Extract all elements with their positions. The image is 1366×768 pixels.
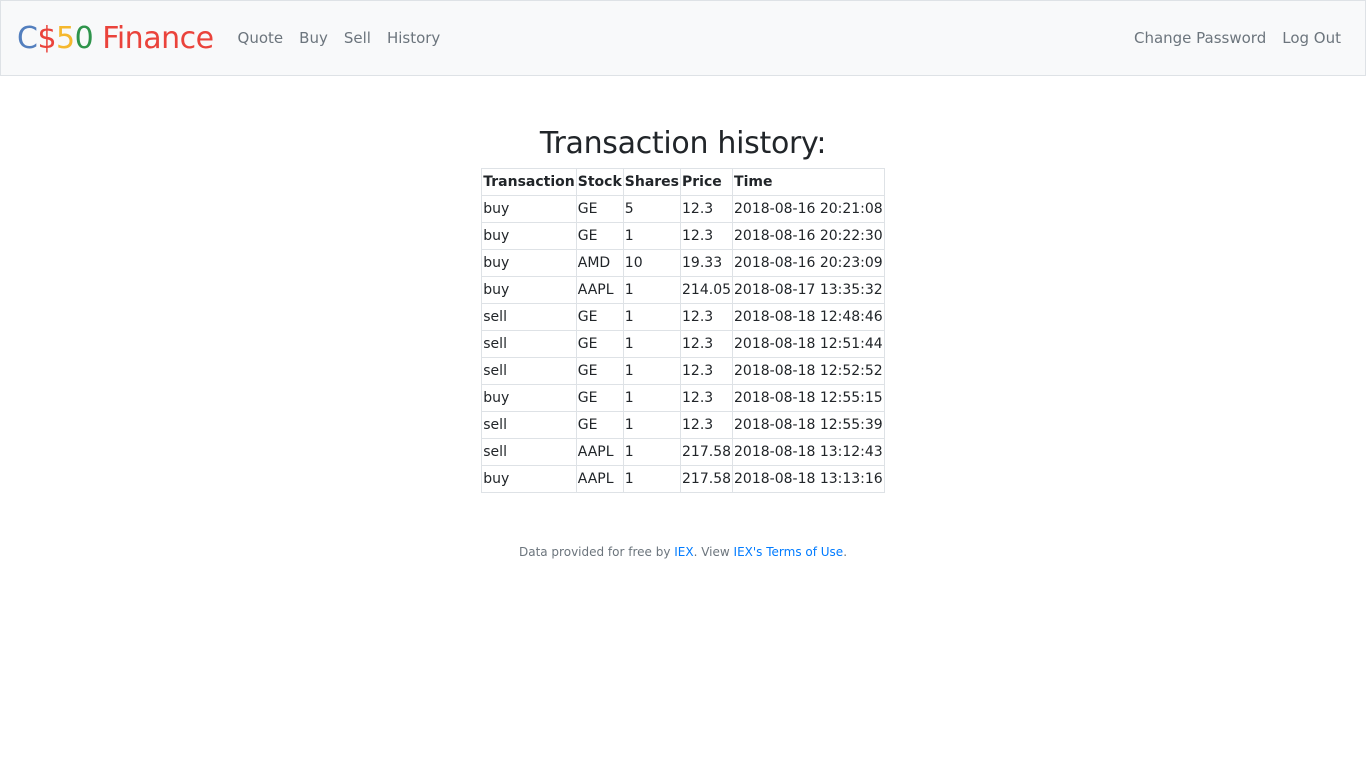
cell-transaction: sell	[481, 330, 577, 358]
brand-part: 0	[74, 20, 94, 56]
footer-suffix: .	[843, 545, 848, 559]
header-price: Price	[680, 168, 734, 196]
header-shares: Shares	[622, 168, 682, 196]
cell-time: 2018-08-16 20:23:09	[732, 249, 885, 277]
nav-link-change-password[interactable]: Change Password	[1126, 29, 1274, 47]
navbar: C$50 Finance Quote Buy Sell History Chan…	[0, 0, 1366, 76]
footer: Data provided for free by IEX. View IEX'…	[0, 545, 1366, 559]
brand-logo-link[interactable]: C$50 Finance	[17, 21, 214, 56]
table-row: buy AMD 10 19.33 2018-08-16 20:23:09	[481, 249, 885, 277]
cell-shares: 1	[622, 384, 682, 412]
cell-transaction: buy	[481, 249, 577, 277]
cell-time: 2018-08-18 12:55:15	[732, 384, 885, 412]
brand-part: C	[17, 20, 38, 56]
cell-shares: 1	[622, 438, 682, 466]
cell-time: 2018-08-17 13:35:32	[732, 276, 885, 304]
cell-price: 12.3	[680, 411, 734, 439]
cell-shares: 1	[622, 411, 682, 439]
iex-terms-link[interactable]: IEX's Terms of Use	[734, 545, 844, 559]
brand-part: $	[37, 20, 57, 56]
cell-transaction: buy	[481, 276, 577, 304]
cell-transaction: buy	[481, 222, 577, 250]
table-row: buy GE 1 12.3 2018-08-18 12:55:15	[481, 384, 885, 412]
cell-price: 12.3	[680, 330, 734, 358]
footer-middle: . View	[693, 545, 734, 559]
cell-stock: AAPL	[575, 465, 624, 493]
table-row: sell GE 1 12.3 2018-08-18 12:52:52	[481, 357, 885, 385]
cell-stock: GE	[575, 195, 624, 223]
cell-price: 12.3	[680, 384, 734, 412]
cell-time: 2018-08-16 20:22:30	[732, 222, 885, 250]
cell-price: 214.05	[680, 276, 734, 304]
cell-transaction: sell	[481, 411, 577, 439]
cell-shares: 1	[622, 465, 682, 493]
cell-transaction: sell	[481, 303, 577, 331]
cell-stock: GE	[575, 330, 624, 358]
brand-part: Finance	[93, 20, 214, 56]
cell-shares: 5	[622, 195, 682, 223]
cell-shares: 1	[622, 222, 682, 250]
cell-time: 2018-08-18 12:52:52	[732, 357, 885, 385]
cell-stock: GE	[575, 357, 624, 385]
cell-price: 12.3	[680, 195, 734, 223]
nav-left: Quote Buy Sell History	[230, 29, 449, 47]
cell-time: 2018-08-18 13:13:16	[732, 465, 885, 493]
table-body: buy GE 5 12.3 2018-08-16 20:21:08 buy GE 1 12.3 2…	[481, 195, 885, 493]
cell-shares: 1	[622, 357, 682, 385]
table-header-row: Transaction Stock Shares Price Time	[481, 168, 885, 196]
cell-stock: GE	[575, 411, 624, 439]
cell-transaction: buy	[481, 465, 577, 493]
nav-link-sell[interactable]: Sell	[336, 29, 379, 47]
cell-transaction: sell	[481, 438, 577, 466]
nav-link-history[interactable]: History	[379, 29, 448, 47]
nav-right: Change Password Log Out	[1126, 29, 1349, 47]
transaction-history-table: Transaction Stock Shares Price Time buy G…	[481, 168, 885, 493]
table-row: buy AAPL 1 217.58 2018-08-18 13:13:16	[481, 465, 885, 493]
main-content: Transaction history: Transaction Stock S…	[0, 76, 1366, 493]
nav-link-log-out[interactable]: Log Out	[1274, 29, 1349, 47]
cell-transaction: buy	[481, 195, 577, 223]
cell-shares: 1	[622, 303, 682, 331]
cell-time: 2018-08-18 12:55:39	[732, 411, 885, 439]
header-transaction: Transaction	[481, 168, 577, 196]
table-row: sell GE 1 12.3 2018-08-18 12:48:46	[481, 303, 885, 331]
cell-shares: 1	[622, 330, 682, 358]
header-stock: Stock	[575, 168, 624, 196]
cell-price: 12.3	[680, 357, 734, 385]
table-row: sell AAPL 1 217.58 2018-08-18 13:12:43	[481, 438, 885, 466]
table-row: sell GE 1 12.3 2018-08-18 12:55:39	[481, 411, 885, 439]
cell-stock: AAPL	[575, 438, 624, 466]
cell-shares: 10	[622, 249, 682, 277]
cell-stock: AAPL	[575, 276, 624, 304]
table-row: buy GE 5 12.3 2018-08-16 20:21:08	[481, 195, 885, 223]
table-row: sell GE 1 12.3 2018-08-18 12:51:44	[481, 330, 885, 358]
cell-price: 12.3	[680, 222, 734, 250]
cell-stock: GE	[575, 303, 624, 331]
cell-transaction: sell	[481, 357, 577, 385]
cell-price: 217.58	[680, 465, 734, 493]
cell-stock: GE	[575, 222, 624, 250]
cell-stock: AMD	[575, 249, 624, 277]
page-title: Transaction history:	[539, 126, 827, 161]
cell-time: 2018-08-18 12:48:46	[732, 303, 885, 331]
iex-link[interactable]: IEX	[674, 545, 693, 559]
cell-stock: GE	[575, 384, 624, 412]
table-row: buy GE 1 12.3 2018-08-16 20:22:30	[481, 222, 885, 250]
cell-price: 19.33	[680, 249, 734, 277]
cell-price: 12.3	[680, 303, 734, 331]
cell-price: 217.58	[680, 438, 734, 466]
brand-part: 5	[56, 20, 75, 56]
table-row: buy AAPL 1 214.05 2018-08-17 13:35:32	[481, 276, 885, 304]
cell-time: 2018-08-16 20:21:08	[732, 195, 885, 223]
nav-link-buy[interactable]: Buy	[291, 29, 336, 47]
cell-shares: 1	[622, 276, 682, 304]
nav-link-quote[interactable]: Quote	[230, 29, 292, 47]
header-time: Time	[732, 168, 885, 196]
footer-prefix: Data provided for free by	[518, 545, 675, 559]
cell-time: 2018-08-18 12:51:44	[732, 330, 885, 358]
cell-time: 2018-08-18 13:12:43	[732, 438, 885, 466]
cell-transaction: buy	[481, 384, 577, 412]
